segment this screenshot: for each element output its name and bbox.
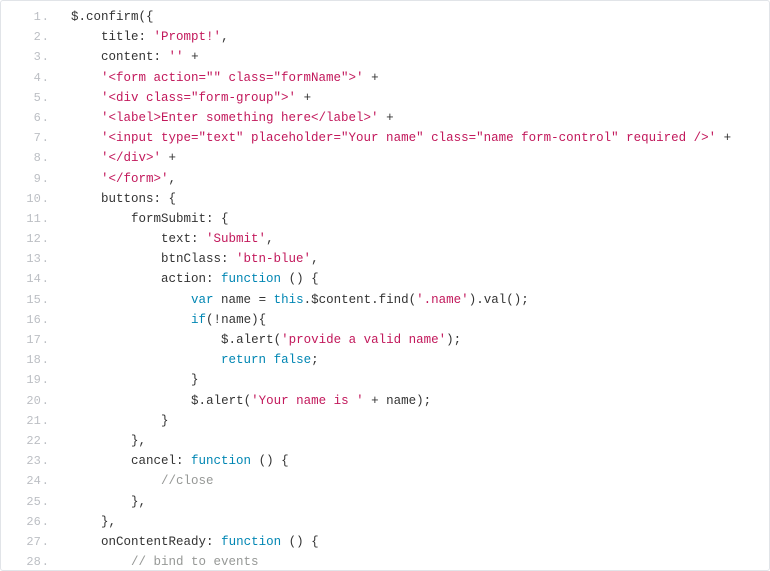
line-number: 26 (1, 512, 49, 532)
code-line: } (71, 411, 769, 431)
line-number: 5 (1, 88, 49, 108)
code-line: buttons: { (71, 189, 769, 209)
line-number: 10 (1, 189, 49, 209)
line-number: 2 (1, 27, 49, 47)
code-line: onContentReady: function () { (71, 532, 769, 552)
code-line: $.confirm({ (71, 7, 769, 27)
code-line: formSubmit: { (71, 209, 769, 229)
line-number: 6 (1, 108, 49, 128)
code-line: //close (71, 471, 769, 491)
line-number: 14 (1, 269, 49, 289)
line-number: 7 (1, 128, 49, 148)
code-block: 1234567891011121314151617181920212223242… (0, 0, 770, 571)
code-line: text: 'Submit', (71, 229, 769, 249)
code-line: // bind to events (71, 552, 769, 571)
line-number: 13 (1, 249, 49, 269)
code-line: content: '' + (71, 47, 769, 67)
line-number: 27 (1, 532, 49, 552)
code-line: '<div class="form-group">' + (71, 88, 769, 108)
code-line: }, (71, 512, 769, 532)
line-number: 19 (1, 370, 49, 390)
line-number: 11 (1, 209, 49, 229)
code-line: title: 'Prompt!', (71, 27, 769, 47)
code-content: $.confirm({ title: 'Prompt!', content: '… (57, 1, 769, 570)
line-number: 23 (1, 451, 49, 471)
code-line: $.alert('provide a valid name'); (71, 330, 769, 350)
line-number: 17 (1, 330, 49, 350)
line-number: 4 (1, 68, 49, 88)
code-line: action: function () { (71, 269, 769, 289)
line-number: 3 (1, 47, 49, 67)
code-line: if(!name){ (71, 310, 769, 330)
line-number: 24 (1, 471, 49, 491)
line-number: 9 (1, 169, 49, 189)
code-line: '</div>' + (71, 148, 769, 168)
code-line: cancel: function () { (71, 451, 769, 471)
line-number: 18 (1, 350, 49, 370)
line-number: 20 (1, 391, 49, 411)
code-line: '<form action="" class="formName">' + (71, 68, 769, 88)
line-number: 22 (1, 431, 49, 451)
line-number-gutter: 1234567891011121314151617181920212223242… (1, 1, 57, 570)
line-number: 8 (1, 148, 49, 168)
line-number: 15 (1, 290, 49, 310)
line-number: 21 (1, 411, 49, 431)
code-line: } (71, 370, 769, 390)
line-number: 16 (1, 310, 49, 330)
code-line: return false; (71, 350, 769, 370)
code-line: var name = this.$content.find('.name').v… (71, 290, 769, 310)
line-number: 1 (1, 7, 49, 27)
code-line: '</form>', (71, 169, 769, 189)
code-line: '<label>Enter something here</label>' + (71, 108, 769, 128)
code-line: }, (71, 431, 769, 451)
code-line: '<input type="text" placeholder="Your na… (71, 128, 769, 148)
code-line: $.alert('Your name is ' + name); (71, 391, 769, 411)
code-line: }, (71, 492, 769, 512)
line-number: 28 (1, 552, 49, 571)
line-number: 12 (1, 229, 49, 249)
code-line: btnClass: 'btn-blue', (71, 249, 769, 269)
line-number: 25 (1, 492, 49, 512)
